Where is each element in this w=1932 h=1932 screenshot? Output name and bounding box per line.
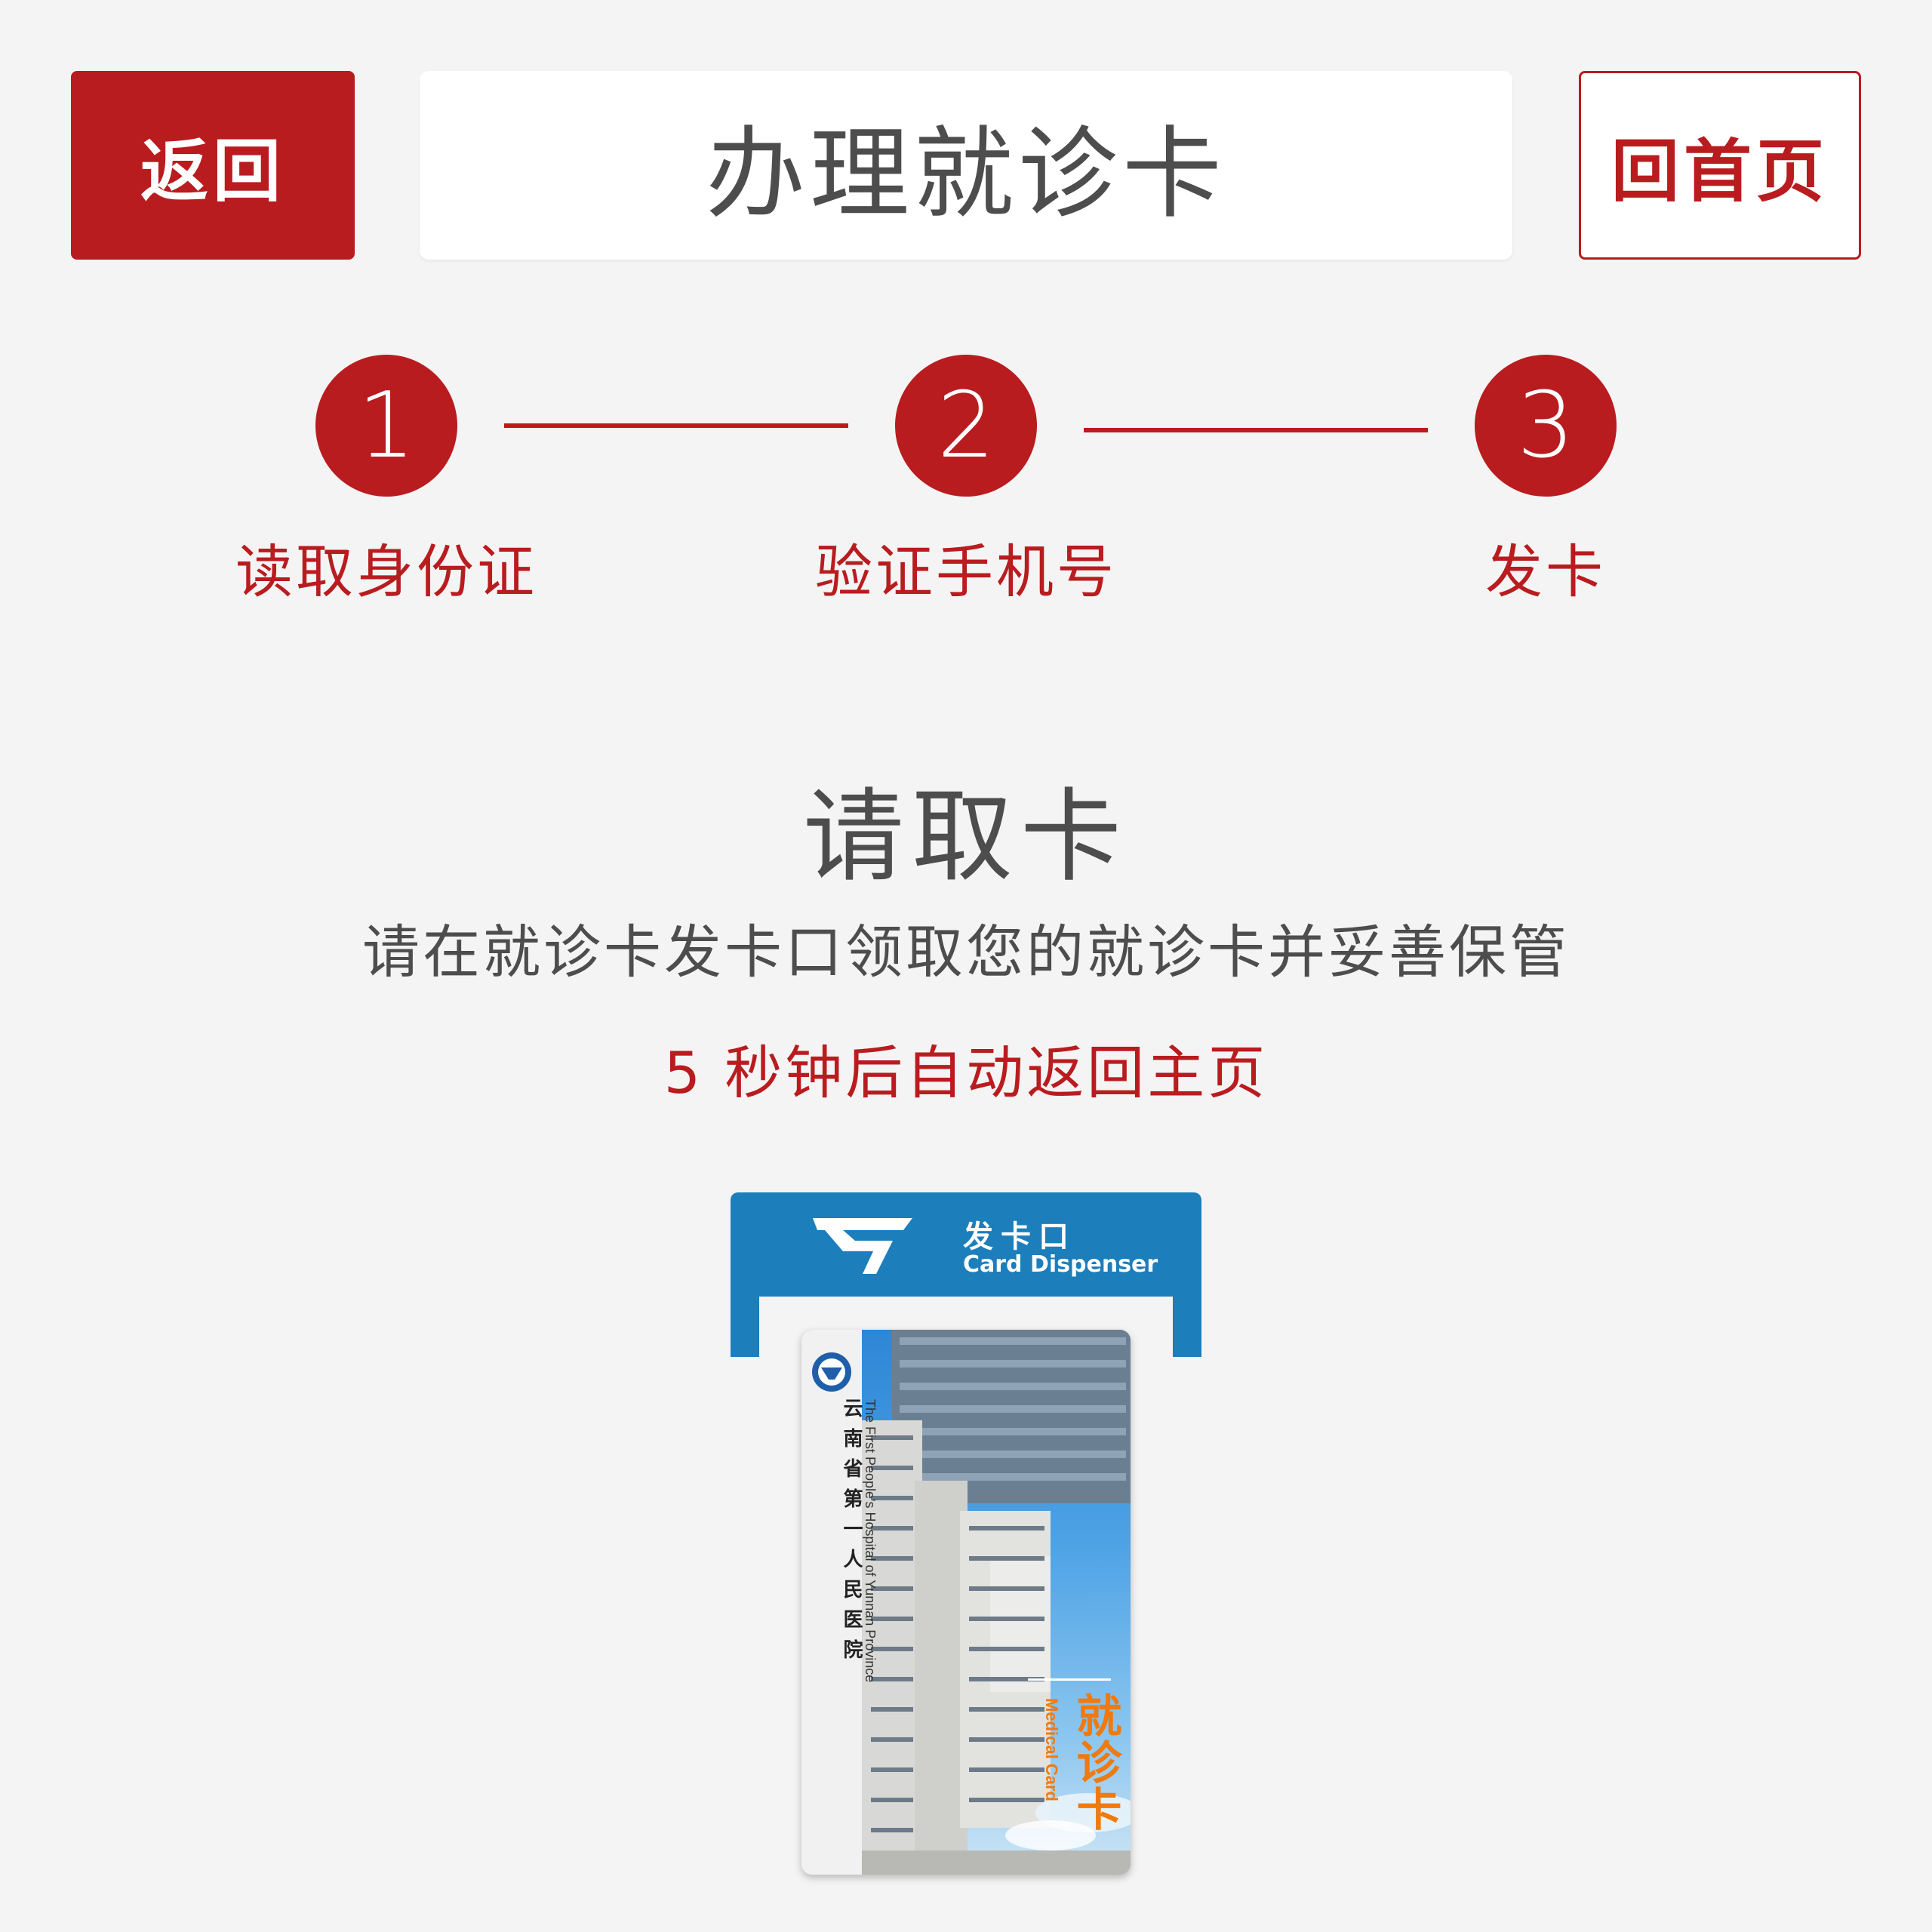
- home-button[interactable]: 回首页: [1579, 71, 1861, 260]
- step-connector-2: [1084, 428, 1428, 432]
- dispenser-label-cn: 发卡口: [963, 1220, 1076, 1254]
- card-issue-page: 返回 办理就诊卡 回首页 1 2 3 读取身份证 验证手机号 发卡 请取卡 请在…: [0, 0, 1932, 1932]
- step-3-circle: 3: [1475, 355, 1617, 497]
- medical-card-image: 云南省第一人民医院 The First People's Hospital of…: [801, 1330, 1131, 1875]
- step-3-label: 发卡: [1485, 538, 1606, 605]
- take-card-instruction: 请在就诊卡发卡口领取您的就诊卡并妥善保管: [362, 918, 1570, 986]
- step-connector-1: [504, 423, 848, 428]
- countdown-text: 5 秒钟后自动返回主页: [663, 1039, 1269, 1106]
- card-hospital-name-en: The First People's Hospital of Yunnan Pr…: [863, 1399, 878, 1683]
- page-title: 办理就诊卡: [420, 71, 1512, 260]
- step-1-circle: 1: [315, 355, 457, 497]
- back-button[interactable]: 返回: [71, 71, 355, 260]
- dispenser-label-en: Card Dispenser: [963, 1251, 1158, 1278]
- card-dispenser-icon: [813, 1218, 912, 1274]
- step-1-label: 读取身份证: [235, 538, 537, 605]
- card-title-cn: 就诊卡: [1069, 1692, 1121, 1832]
- card-title-en: Medical Card: [1042, 1698, 1061, 1801]
- step-2-circle: 2: [895, 355, 1037, 497]
- step-2-label: 验证手机号: [815, 538, 1117, 605]
- take-card-heading: 请取卡: [802, 778, 1129, 896]
